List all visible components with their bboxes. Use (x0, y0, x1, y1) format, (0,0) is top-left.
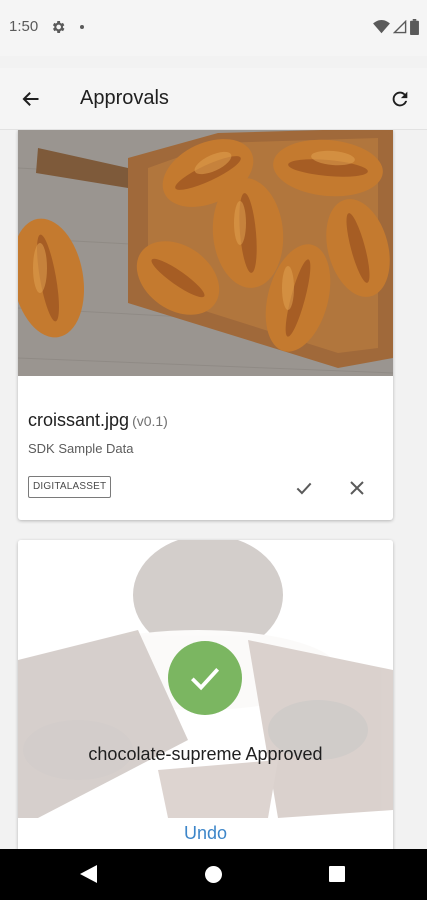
notification-dot (80, 25, 84, 29)
approvals-list[interactable]: croissant.jpg (v0.1) SDK Sample Data DIGI… (0, 130, 427, 849)
asset-source: SDK Sample Data (28, 441, 134, 456)
asset-title: croissant.jpg (v0.1) (28, 410, 168, 431)
wifi-icon (373, 20, 390, 34)
asset-version: (v0.1) (132, 413, 168, 429)
refresh-icon (392, 91, 408, 107)
app-bar: Approvals (0, 68, 427, 130)
approved-status-indicator (168, 641, 242, 715)
asset-thumbnail[interactable] (18, 130, 393, 376)
nav-back-icon[interactable] (80, 865, 97, 883)
nav-home-icon[interactable] (205, 866, 222, 883)
status-bar: 1:50 (0, 0, 427, 56)
reject-button[interactable] (343, 474, 371, 502)
signal-icon (393, 20, 407, 34)
approved-message: chocolate-supreme Approved (88, 744, 323, 764)
status-time: 1:50 (9, 18, 39, 35)
asset-type-badge: DIGITALASSET (28, 476, 112, 498)
undo-button[interactable]: Undo (18, 823, 393, 844)
checkmark-icon (296, 482, 312, 495)
system-nav-bar (0, 849, 427, 900)
page-title: Approvals (80, 87, 169, 109)
refresh-button[interactable] (387, 86, 413, 112)
back-button[interactable] (18, 86, 44, 112)
asset-file-name: croissant.jpg (28, 410, 130, 430)
back-arrow-icon (22, 92, 39, 106)
checkmark-icon (190, 668, 220, 691)
approve-button[interactable] (290, 474, 318, 502)
close-icon (350, 481, 364, 495)
battery-icon (410, 19, 419, 35)
gear-icon (52, 21, 65, 33)
asset-card: croissant.jpg (v0.1) SDK Sample Data DIGI… (18, 130, 393, 520)
approved-asset-card: chocolate-supreme Approved Undo (18, 540, 393, 849)
nav-recents-icon[interactable] (329, 866, 345, 882)
